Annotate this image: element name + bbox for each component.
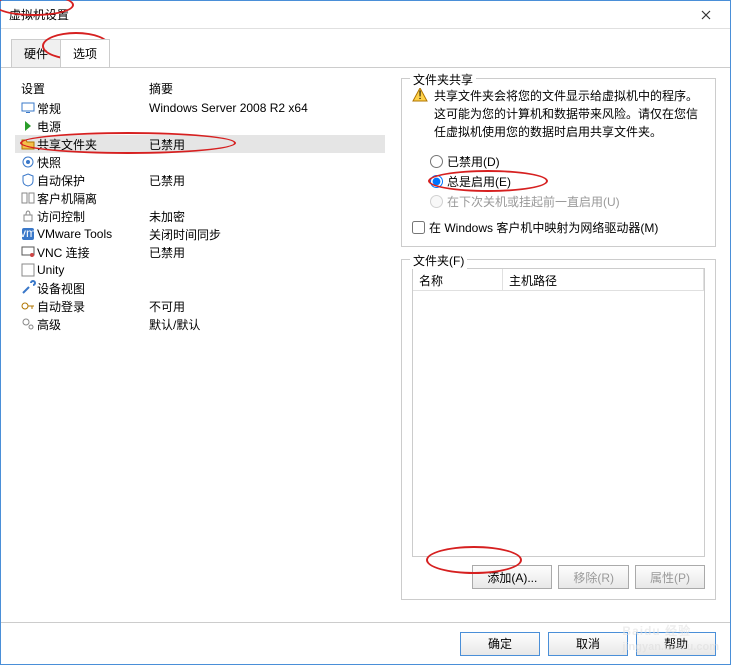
row-summary: 已禁用 — [149, 244, 385, 261]
tools-icon: vm — [19, 226, 37, 242]
properties-button: 属性(P) — [635, 565, 705, 589]
shield-icon — [19, 172, 37, 188]
row-label: 自动保护 — [37, 172, 149, 189]
list-row-wrench[interactable]: 设备视图 — [15, 279, 385, 297]
row-label: 访问控制 — [37, 208, 149, 225]
radio-disabled-input[interactable] — [430, 155, 443, 168]
row-label: 共享文件夹 — [37, 136, 149, 153]
wrench-icon — [19, 280, 37, 296]
svg-text:!: ! — [418, 88, 421, 102]
col-setting: 设置 — [15, 80, 149, 97]
monitor-icon — [19, 100, 37, 116]
help-button[interactable]: 帮助 — [636, 632, 716, 656]
th-path[interactable]: 主机路径 — [503, 269, 704, 290]
gears-icon — [19, 316, 37, 332]
list-row-gears[interactable]: 高级默认/默认 — [15, 315, 385, 333]
th-name[interactable]: 名称 — [413, 269, 503, 290]
list-row-isolate[interactable]: 客户机隔离 — [15, 189, 385, 207]
map-drive-checkbox[interactable] — [412, 221, 425, 234]
row-label: Unity — [37, 263, 149, 277]
tab-hardware[interactable]: 硬件 — [11, 39, 61, 67]
radio-until-off-label: 在下次关机或挂起前一直启用(U) — [447, 193, 620, 210]
list-row-unity[interactable]: Unity — [15, 261, 385, 279]
row-label: 自动登录 — [37, 298, 149, 315]
svg-text:vm: vm — [20, 226, 36, 240]
lock-icon — [19, 208, 37, 224]
row-summary: Windows Server 2008 R2 x64 — [149, 101, 385, 115]
window-title: 虚拟机设置 — [9, 6, 690, 23]
list-row-monitor[interactable]: 常规Windows Server 2008 R2 x64 — [15, 99, 385, 117]
key-icon — [19, 298, 37, 314]
row-summary: 已禁用 — [149, 172, 385, 189]
radio-always[interactable]: 总是启用(E) — [430, 171, 705, 191]
power-icon — [19, 118, 37, 134]
camera-icon — [19, 154, 37, 170]
ok-button[interactable]: 确定 — [460, 632, 540, 656]
row-label: 高级 — [37, 316, 149, 333]
close-button[interactable] — [690, 5, 722, 25]
list-row-camera[interactable]: 快照 — [15, 153, 385, 171]
list-row-shield[interactable]: 自动保护已禁用 — [15, 171, 385, 189]
close-icon — [701, 10, 711, 20]
row-label: VMware Tools — [37, 227, 149, 241]
row-summary: 默认/默认 — [149, 316, 385, 333]
remove-button: 移除(R) — [558, 565, 629, 589]
row-summary: 已禁用 — [149, 136, 385, 153]
list-row-folder[interactable]: 共享文件夹已禁用 — [15, 135, 385, 153]
row-label: 快照 — [37, 154, 149, 171]
share-warning: 共享文件夹会将您的文件显示给虚拟机中的程序。这可能为您的计算机和数据带来风险。请… — [434, 87, 705, 141]
list-row-tools[interactable]: vmVMware Tools关闭时间同步 — [15, 225, 385, 243]
radio-always-label: 总是启用(E) — [447, 173, 511, 190]
radio-disabled[interactable]: 已禁用(D) — [430, 151, 705, 171]
warning-icon: ! — [412, 87, 428, 103]
list-row-key[interactable]: 自动登录不可用 — [15, 297, 385, 315]
row-label: 电源 — [37, 118, 149, 135]
unity-icon — [19, 262, 37, 278]
cancel-button[interactable]: 取消 — [548, 632, 628, 656]
share-legend: 文件夹共享 — [410, 71, 476, 88]
list-row-lock[interactable]: 访问控制未加密 — [15, 207, 385, 225]
list-row-vnc[interactable]: VNC 连接已禁用 — [15, 243, 385, 261]
isolate-icon — [19, 190, 37, 206]
map-drive-check[interactable]: 在 Windows 客户机中映射为网络驱动器(M) — [412, 219, 705, 236]
radio-always-input[interactable] — [430, 175, 443, 188]
list-row-power[interactable]: 电源 — [15, 117, 385, 135]
vnc-icon — [19, 244, 37, 260]
map-drive-label: 在 Windows 客户机中映射为网络驱动器(M) — [429, 219, 658, 236]
row-summary: 未加密 — [149, 208, 385, 225]
radio-until-off: 在下次关机或挂起前一直启用(U) — [430, 191, 705, 211]
radio-until-off-input — [430, 195, 443, 208]
row-label: 常规 — [37, 100, 149, 117]
tab-options[interactable]: 选项 — [60, 39, 110, 67]
folders-table[interactable]: 名称 主机路径 — [412, 268, 705, 557]
folder-icon — [19, 136, 37, 152]
row-label: VNC 连接 — [37, 244, 149, 261]
row-summary: 关闭时间同步 — [149, 226, 385, 243]
row-label: 设备视图 — [37, 280, 149, 297]
row-label: 客户机隔离 — [37, 190, 149, 207]
add-button[interactable]: 添加(A)... — [472, 565, 552, 589]
row-summary: 不可用 — [149, 298, 385, 315]
col-summary: 摘要 — [149, 80, 385, 97]
radio-disabled-label: 已禁用(D) — [447, 153, 500, 170]
folders-legend: 文件夹(F) — [410, 252, 467, 269]
